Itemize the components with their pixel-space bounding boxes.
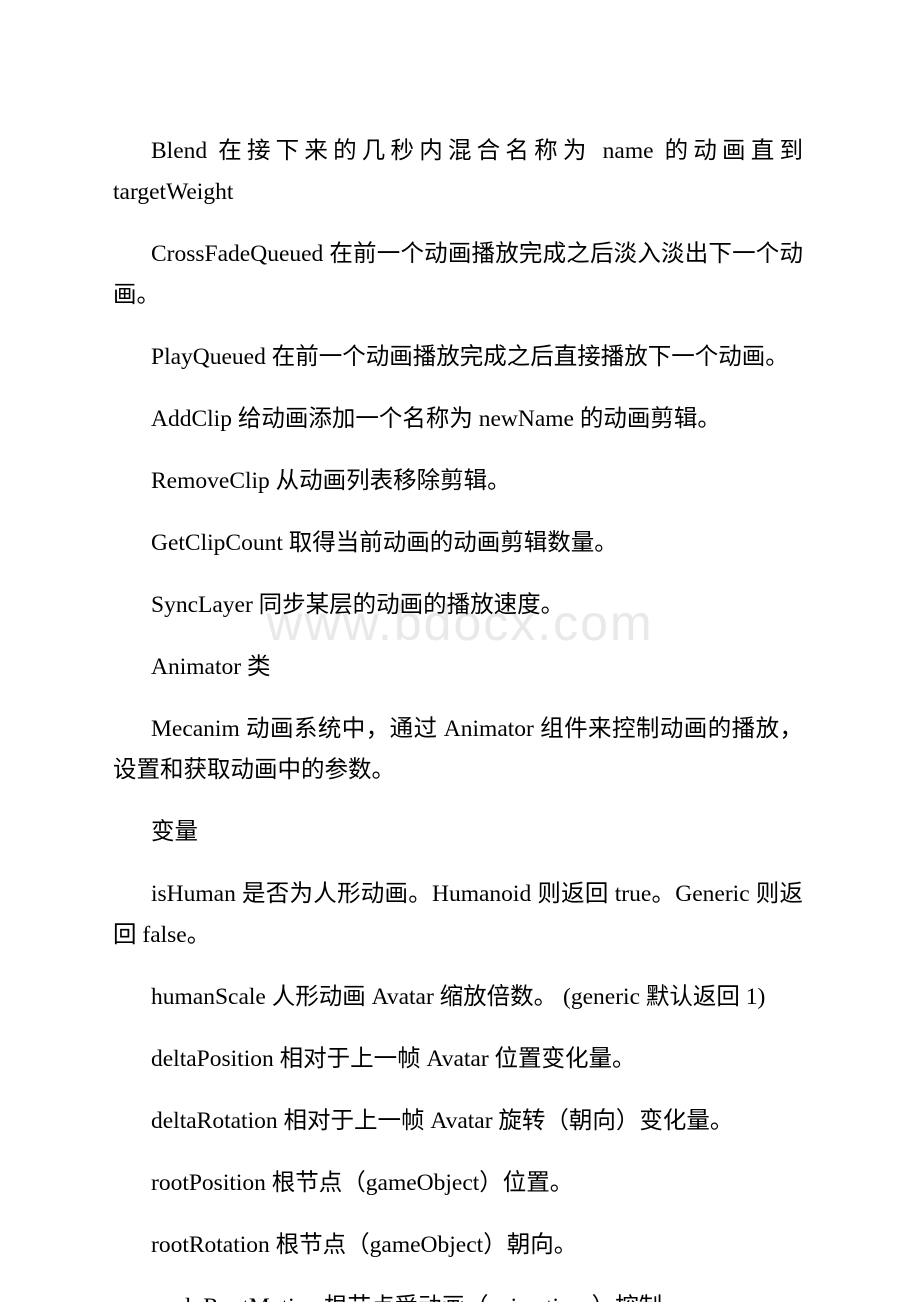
paragraph-addclip: AddClip 给动画添加一个名称为 newName 的动画剪辑。 (151, 406, 721, 432)
paragraph-deltaposition: deltaPosition 相对于上一帧 Avatar 位置变化量。 (151, 1046, 636, 1072)
paragraph-blend: Blend 在接下来的几秒内混合名称为 name 的动画直到 targetWei… (113, 138, 803, 205)
paragraph-rootposition: rootPosition 根节点（gameObject）位置。 (151, 1170, 574, 1196)
paragraph-crossfadequeued: CrossFadeQueued 在前一个动画播放完成之后淡入淡出下一个动画。 (113, 241, 803, 308)
document-page: www.bdocx.com Blend 在接下来的几秒内混合名称为 name 的… (0, 0, 920, 1302)
paragraph-getclipcount: GetClipCount 取得当前动画的动画剪辑数量。 (151, 530, 618, 556)
paragraph-mecanim-intro: Mecanim 动画系统中，通过 Animator 组件来控制动画的播放，设置和… (113, 716, 803, 783)
paragraph-ishuman: isHuman 是否为人形动画。Humanoid 则返回 true。Generi… (113, 881, 803, 948)
heading-variables: 变量 (151, 819, 198, 845)
paragraph-synclayer: SyncLayer 同步某层的动画的播放速度。 (151, 592, 565, 618)
paragraph-removeclip: RemoveClip 从动画列表移除剪辑。 (151, 468, 511, 494)
paragraph-playqueued: PlayQueued 在前一个动画播放完成之后直接播放下一个动画。 (151, 344, 789, 370)
paragraph-deltarotation: deltaRotation 相对于上一帧 Avatar 旋转（朝向）变化量。 (151, 1108, 734, 1134)
document-text-body: Blend 在接下来的几秒内混合名称为 name 的动画直到 targetWei… (113, 131, 803, 1302)
heading-animator-class: Animator 类 (151, 654, 271, 680)
paragraph-humanscale: humanScale 人形动画 Avatar 缩放倍数。 (generic 默认… (151, 984, 766, 1010)
paragraph-rootrotation: rootRotation 根节点（gameObject）朝向。 (151, 1232, 578, 1258)
paragraph-applyrootmotion: applyRootMotion 根节点受动画（animations）控制。 (113, 1287, 803, 1302)
